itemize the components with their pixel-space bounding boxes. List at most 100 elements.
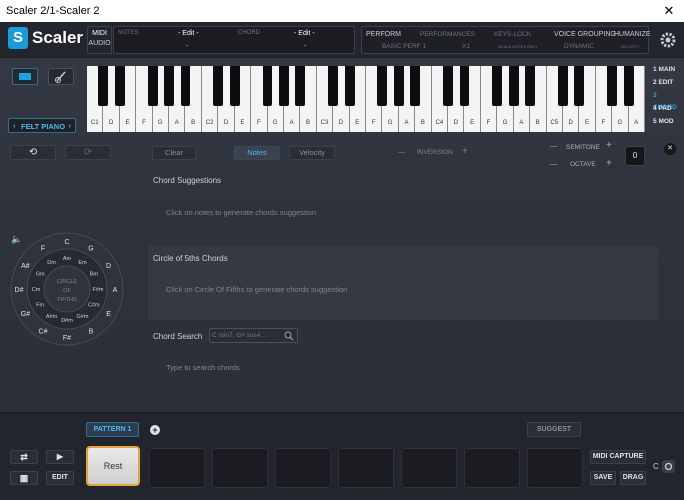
minor-chord-1[interactable]: Em (78, 260, 87, 266)
rest-pad[interactable]: Rest (86, 446, 140, 486)
keyboard-view-button[interactable] (12, 68, 38, 85)
link-icon[interactable] (662, 460, 675, 473)
notes-edit[interactable]: - Edit - (178, 30, 199, 37)
major-chord-11[interactable]: F (41, 245, 45, 252)
black-key[interactable] (147, 66, 158, 106)
performance-multiplier[interactable]: X1 (462, 43, 470, 50)
guitar-view-button[interactable] (48, 68, 74, 85)
grid-button[interactable]: ▦ (10, 471, 38, 485)
black-key[interactable] (508, 66, 519, 106)
pattern-tab[interactable]: PATTERN 1 (86, 422, 139, 437)
voice-grouping-label[interactable]: VOICE GROUPING (554, 31, 616, 38)
close-panel-icon[interactable]: ✕ (664, 143, 676, 155)
black-key[interactable] (607, 66, 618, 106)
midi-capture-button[interactable]: MIDI CAPTURE (590, 450, 646, 464)
tab-mod[interactable]: 5 MOD (650, 116, 680, 128)
pattern-pad-3[interactable] (212, 448, 268, 488)
minor-chord-11[interactable]: Dm (47, 260, 56, 266)
chord-search-input[interactable] (212, 330, 284, 341)
black-key[interactable] (180, 66, 191, 106)
pattern-pad-6[interactable] (401, 448, 457, 488)
minor-chord-2[interactable]: Bm (90, 272, 99, 278)
loop-button[interactable]: ⇄ (10, 450, 38, 464)
major-chord-4[interactable]: E (106, 311, 111, 318)
minor-chord-8[interactable]: Fm (36, 303, 44, 309)
black-key[interactable] (574, 66, 585, 106)
black-key[interactable] (558, 66, 568, 106)
black-key[interactable] (377, 66, 388, 106)
settings-gear-icon[interactable] (659, 31, 677, 49)
pattern-pad-4[interactable] (275, 448, 331, 488)
pattern-pad-5[interactable] (338, 448, 394, 488)
black-key[interactable] (114, 66, 125, 106)
voice-grouping-value[interactable]: DYNAMIC (564, 43, 594, 50)
chord-edit[interactable]: - Edit - (294, 30, 315, 37)
black-key[interactable] (492, 66, 503, 106)
minor-chord-5[interactable]: G#m (77, 314, 89, 320)
major-chord-6[interactable]: F# (63, 335, 71, 342)
save-button[interactable]: SAVE (590, 471, 616, 485)
pattern-pad-8[interactable] (527, 448, 583, 488)
major-chord-1[interactable]: G (88, 245, 93, 252)
major-chord-8[interactable]: G# (21, 311, 30, 318)
black-key[interactable] (443, 66, 453, 106)
major-chord-7[interactable]: C# (39, 329, 48, 336)
black-key[interactable] (459, 66, 470, 106)
tab-main[interactable]: 1 MAIN (650, 64, 680, 76)
clear-button[interactable]: Clear (152, 146, 196, 160)
major-chord-0[interactable]: C (64, 239, 69, 246)
major-chord-9[interactable]: D# (15, 287, 24, 294)
black-key[interactable] (164, 66, 174, 106)
black-key[interactable] (98, 66, 109, 106)
minor-chord-9[interactable]: Cm (32, 287, 41, 293)
notes-mode-button[interactable]: Notes (234, 146, 280, 160)
add-pattern-button[interactable]: + (150, 425, 160, 435)
black-key[interactable] (410, 66, 421, 106)
humanize-label[interactable]: HUMANIZE (614, 31, 651, 38)
tab-edit[interactable]: 2 EDIT (650, 77, 680, 89)
minor-chord-7[interactable]: A#m (46, 314, 58, 320)
midi-audio-toggle[interactable]: MIDI AUDIO (87, 26, 112, 54)
window-close-button[interactable]: ✕ (654, 0, 684, 22)
minor-chord-4[interactable]: C#m (88, 303, 100, 309)
inversion-plus-button[interactable]: + (462, 146, 468, 157)
major-chord-10[interactable]: A# (21, 263, 30, 270)
pattern-pad-7[interactable] (464, 448, 520, 488)
instrument-prev-icon[interactable]: ‹ (13, 121, 16, 130)
black-key[interactable] (344, 66, 355, 106)
black-key[interactable] (295, 66, 306, 106)
velocity-mode-button[interactable]: Velocity (289, 146, 335, 160)
black-key[interactable] (229, 66, 240, 106)
edit-button[interactable]: EDIT (46, 471, 74, 485)
play-button[interactable]: ▶ (46, 450, 74, 464)
pattern-pad-2[interactable] (149, 448, 205, 488)
black-key[interactable] (213, 66, 224, 106)
drag-button[interactable]: DRAG (620, 471, 646, 485)
circle-of-fifths[interactable]: C G D A E B F# C# G# D# A# F Am EmBm F#m C#m G#m D#mA#mFm… (10, 232, 124, 346)
major-chord-5[interactable]: B (89, 329, 94, 336)
minor-chord-3[interactable]: F#m (93, 287, 104, 293)
suggest-button[interactable]: SUGGEST (527, 422, 581, 437)
notes-chord-panel[interactable]: NOTES - Edit - - CHORD - Edit - - (113, 26, 355, 54)
minor-chord-10[interactable]: Gm (36, 272, 45, 278)
octave-plus-button[interactable]: + (606, 158, 612, 169)
major-chord-2[interactable]: D (106, 263, 111, 270)
tab-chord[interactable]: 3 CHORD (650, 90, 680, 111)
piano-keyboard[interactable]: C1 D E F G A B C2 D E F G A B C3 D E F G A B C4 D E F G A B C5 D E F G A (87, 66, 645, 132)
instrument-selector[interactable]: ‹ FELT PIANO › (8, 118, 76, 133)
instrument-next-icon[interactable]: › (69, 121, 72, 130)
minor-chord-0[interactable]: Am (63, 256, 72, 262)
black-key[interactable] (623, 66, 634, 106)
performance-value[interactable]: BASIC PERF 1 (382, 43, 426, 50)
black-key[interactable] (393, 66, 404, 106)
black-key[interactable] (328, 66, 339, 106)
keys-lock-label[interactable]: KEYS-LOCK (494, 31, 531, 38)
redo-button[interactable]: ⟳ (65, 145, 111, 160)
semitone-plus-button[interactable]: + (606, 140, 612, 151)
perform-label[interactable]: PERFORM (366, 31, 401, 38)
semitone-minus-button[interactable]: — (550, 143, 557, 150)
chord-search-box[interactable] (209, 328, 298, 343)
black-key[interactable] (279, 66, 289, 106)
octave-minus-button[interactable]: — (550, 161, 557, 168)
minor-chord-6[interactable]: D#m (61, 318, 73, 324)
